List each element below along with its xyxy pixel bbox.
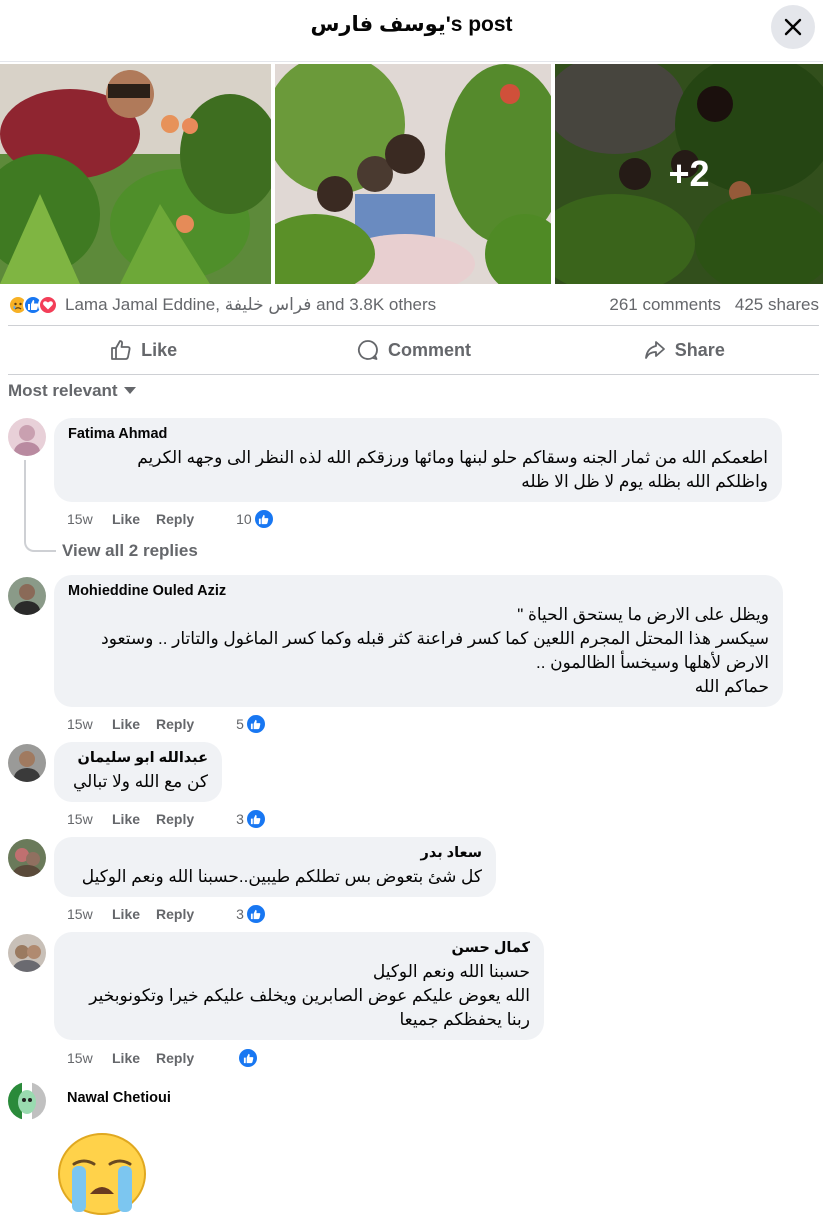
comment-author[interactable]: Nawal Chetioui bbox=[67, 1090, 171, 1106]
like-badge-icon bbox=[253, 509, 274, 529]
like-badge-icon bbox=[238, 1048, 259, 1068]
close-button[interactable] bbox=[771, 5, 815, 49]
comment-like-button[interactable]: Like bbox=[112, 716, 140, 732]
comment-author[interactable]: سعاد بدر bbox=[68, 845, 482, 861]
crying-emoji-sticker bbox=[58, 1132, 146, 1218]
comment-time[interactable]: 15w bbox=[67, 906, 112, 922]
post-photo-2[interactable] bbox=[275, 64, 551, 284]
comment-bubble: كمال حسن حسبنا الله ونعم الوكيل الله يعو… bbox=[54, 932, 544, 1040]
comment-reply-button[interactable]: Reply bbox=[156, 716, 194, 732]
comment-like-button[interactable]: Like bbox=[112, 1050, 140, 1066]
love-reaction-icon bbox=[38, 295, 58, 315]
comment-icon bbox=[357, 340, 378, 360]
like-badge-icon bbox=[245, 904, 266, 924]
comment-author[interactable]: كمال حسن bbox=[68, 940, 530, 956]
comment-bubble: سعاد بدر كل شئ بتعوض بس تطلكم طيبين..حسب… bbox=[54, 837, 496, 897]
comment-button[interactable]: Comment bbox=[278, 326, 548, 374]
comment-reaction-count[interactable]: 3 bbox=[236, 809, 266, 829]
comment-reply-button[interactable]: Reply bbox=[156, 511, 194, 527]
comment-reply-button[interactable]: Reply bbox=[156, 1050, 194, 1066]
reaction-count-value: 3 bbox=[236, 811, 244, 827]
comment-text: اطعمكم الله من ثمار الجنه وسقاكم حلو لبن… bbox=[137, 448, 768, 491]
post-header: يوسف فارس's post bbox=[0, 0, 823, 62]
avatar[interactable] bbox=[8, 1082, 46, 1120]
comment-meta: 15w Like Reply 10 bbox=[67, 509, 274, 529]
like-badge-icon bbox=[245, 809, 266, 829]
share-button[interactable]: Share bbox=[549, 326, 819, 374]
comment-reaction-count[interactable]: 5 bbox=[236, 714, 266, 734]
comment-text: ويظل على الارض ما يستحق الحياة " سيكسر ه… bbox=[101, 605, 769, 696]
comment-like-button[interactable]: Like bbox=[112, 811, 140, 827]
reaction-count-value: 3 bbox=[236, 906, 244, 922]
like-button[interactable]: Like bbox=[8, 326, 278, 374]
shares-count[interactable]: 425 shares bbox=[735, 295, 819, 315]
comment-author[interactable]: Fatima Ahmad bbox=[68, 426, 768, 442]
like-label: Like bbox=[141, 339, 178, 360]
reaction-icons[interactable] bbox=[8, 295, 58, 315]
close-icon bbox=[784, 18, 802, 36]
reaction-count-value: 5 bbox=[236, 716, 244, 732]
comment-time[interactable]: 15w bbox=[67, 716, 112, 732]
comment-text: كن مع الله ولا تبالي bbox=[72, 772, 208, 791]
comment-bubble: Mohieddine Ouled Aziz ويظل على الارض ما … bbox=[54, 575, 783, 707]
comment-author[interactable]: عبدالله ابو سليمان bbox=[68, 750, 208, 766]
comment-time[interactable]: 15w bbox=[67, 511, 112, 527]
thumbs-up-icon bbox=[111, 340, 131, 360]
reactors-names[interactable]: Lama Jamal Eddine, فراس خليفة and 3.8K o… bbox=[65, 295, 436, 315]
post-photo-1[interactable] bbox=[0, 64, 271, 284]
comment-reaction-count[interactable]: 10 bbox=[236, 509, 274, 529]
photo-grid: +2 bbox=[0, 64, 823, 284]
view-replies-link[interactable]: View all 2 replies bbox=[62, 541, 198, 561]
comment-meta: 15w Like Reply 5 bbox=[67, 714, 266, 734]
comment-like-button[interactable]: Like bbox=[112, 511, 140, 527]
comments-count[interactable]: 261 comments bbox=[609, 295, 721, 315]
comment-meta: 15w Like Reply bbox=[67, 1048, 259, 1068]
avatar[interactable] bbox=[8, 839, 46, 877]
post-title: يوسف فارس's post bbox=[310, 13, 513, 36]
reply-thread-line bbox=[24, 460, 56, 552]
caret-down-icon bbox=[123, 387, 136, 394]
comment-meta: 15w Like Reply 3 bbox=[67, 904, 266, 924]
reactions-summary: Lama Jamal Eddine, فراس خليفة and 3.8K o… bbox=[8, 290, 819, 320]
post-actions: Like Comment Share bbox=[8, 325, 819, 375]
comment-reaction-count[interactable] bbox=[236, 1048, 259, 1068]
avatar[interactable] bbox=[8, 418, 46, 456]
comment-time[interactable]: 15w bbox=[67, 811, 112, 827]
post-photo-3[interactable]: +2 bbox=[555, 64, 823, 284]
like-badge-icon bbox=[245, 714, 266, 734]
comment-meta: 15w Like Reply 3 bbox=[67, 809, 266, 829]
comment-reply-button[interactable]: Reply bbox=[156, 906, 194, 922]
comment-bubble: Fatima Ahmad اطعمكم الله من ثمار الجنه و… bbox=[54, 418, 782, 502]
sort-label: Most relevant bbox=[8, 381, 118, 400]
avatar[interactable] bbox=[8, 577, 46, 615]
comment-label: Comment bbox=[387, 339, 471, 360]
comment-bubble: عبدالله ابو سليمان كن مع الله ولا تبالي bbox=[54, 742, 222, 802]
share-label: Share bbox=[674, 339, 725, 360]
comment-sort-dropdown[interactable]: Most relevant bbox=[8, 381, 136, 401]
comment-reaction-count[interactable]: 3 bbox=[236, 904, 266, 924]
more-photos-count[interactable]: +2 bbox=[555, 64, 823, 284]
reaction-count-value: 10 bbox=[236, 511, 252, 527]
avatar[interactable] bbox=[8, 934, 46, 972]
avatar[interactable] bbox=[8, 744, 46, 782]
comment-like-button[interactable]: Like bbox=[112, 906, 140, 922]
comment-reply-button[interactable]: Reply bbox=[156, 811, 194, 827]
comment-author[interactable]: Mohieddine Ouled Aziz bbox=[68, 583, 769, 599]
share-icon bbox=[644, 341, 665, 359]
comment-time[interactable]: 15w bbox=[67, 1050, 112, 1066]
comment-text: كل شئ بتعوض بس تطلكم طيبين..حسبنا الله و… bbox=[81, 867, 482, 886]
comment-text: حسبنا الله ونعم الوكيل الله يعوض عليكم ع… bbox=[89, 962, 530, 1029]
